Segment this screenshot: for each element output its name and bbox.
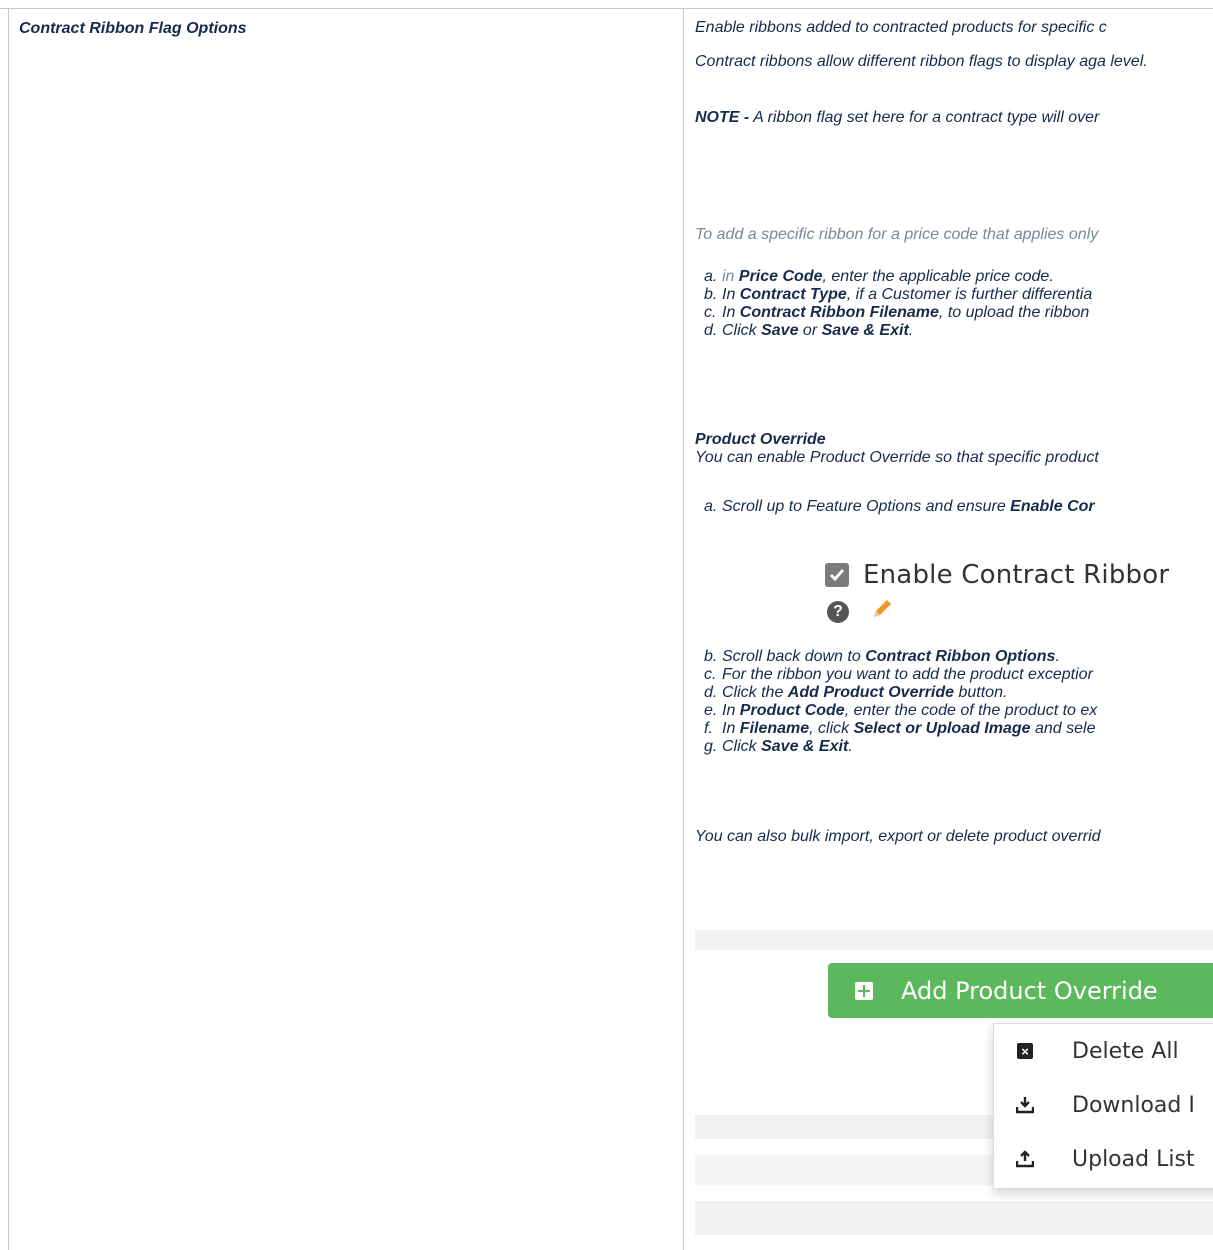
add-product-override-screenshot: Add Product Override × Delete All Downlo…: [695, 930, 1213, 1250]
upload-icon: [1016, 1150, 1034, 1168]
add-product-override-label: Add Product Override: [901, 976, 1158, 1005]
list-item: b. In Contract Type, if a Customer is fur…: [704, 286, 1093, 303]
product-override-step-a: a. Scroll up to Feature Options and ensur…: [704, 498, 1095, 516]
toolbar-strip: [695, 930, 1213, 950]
price-code-steps: a. in Price Code, enter the applicable pr…: [704, 268, 1092, 340]
add-product-override-button[interactable]: Add Product Override: [828, 963, 1213, 1018]
list-item: b. Scroll back down to Contract Ribbon Op…: [704, 648, 1060, 665]
menu-item-delete-all[interactable]: × Delete All: [994, 1024, 1213, 1078]
list-item: a. Scroll up to Feature Options and ensur…: [704, 498, 1095, 515]
price-code-lead: To add a specific ribbon for a price cod…: [695, 226, 1099, 243]
bulk-actions-menu: × Delete All Download I Upload List: [993, 1023, 1213, 1189]
list-item: d. Click the Add Product Override button.: [704, 684, 1008, 701]
table-top-border: [0, 8, 1213, 9]
note-text: A ribbon flag set here for a contract ty…: [749, 109, 1100, 126]
menu-item-download[interactable]: Download I: [994, 1078, 1213, 1132]
enable-contract-ribbon-screenshot: Enable Contract Ribbor ?: [825, 560, 1169, 625]
table-column-divider: [683, 8, 684, 1250]
list-item: a. in Price Code, enter the applicable pr…: [704, 268, 1054, 285]
list-item: e. In Product Code, enter the code of the…: [704, 702, 1098, 719]
note-paragraph: NOTE - A ribbon flag set here for a cont…: [695, 108, 1099, 128]
product-override-heading: Product Override: [695, 431, 826, 448]
enable-contract-ribbon-label: Enable Contract Ribbor: [863, 560, 1170, 590]
list-item: d. Click Save or Save & Exit.: [704, 322, 914, 339]
pencil-icon: [871, 598, 893, 625]
list-item: c. For the ribbon you want to add the pro…: [704, 666, 1093, 683]
list-item: f. In Filename, click Select or Upload Im…: [704, 720, 1096, 737]
left-cell-heading: Contract Ribbon Flag Options: [19, 20, 247, 37]
delete-square-icon: ×: [1016, 1042, 1034, 1060]
right-cell-content: Enable ribbons added to contracted produ…: [695, 18, 1213, 1250]
note-label: NOTE -: [695, 109, 750, 126]
menu-item-upload-list[interactable]: Upload List: [994, 1132, 1213, 1186]
table-left-border: [8, 8, 9, 1250]
plus-square-icon: [855, 981, 873, 1000]
help-icon: ?: [827, 600, 849, 623]
intro-paragraph-1: Enable ribbons added to contracted produ…: [695, 19, 1107, 36]
checkbox-checked-icon: [825, 563, 849, 587]
list-item: c. In Contract Ribbon Filename, to upload…: [704, 304, 1090, 321]
product-override-intro: You can enable Product Override so that …: [695, 449, 1099, 466]
product-override-steps: b. Scroll back down to Contract Ribbon Op…: [704, 648, 1097, 756]
download-icon: [1016, 1096, 1034, 1114]
list-item: g. Click Save & Exit.: [704, 738, 853, 755]
table-strip: [695, 1201, 1213, 1235]
intro-paragraph-2: Contract ribbons allow different ribbon …: [695, 53, 1148, 70]
bulk-actions-text: You can also bulk import, export or dele…: [695, 828, 1101, 845]
